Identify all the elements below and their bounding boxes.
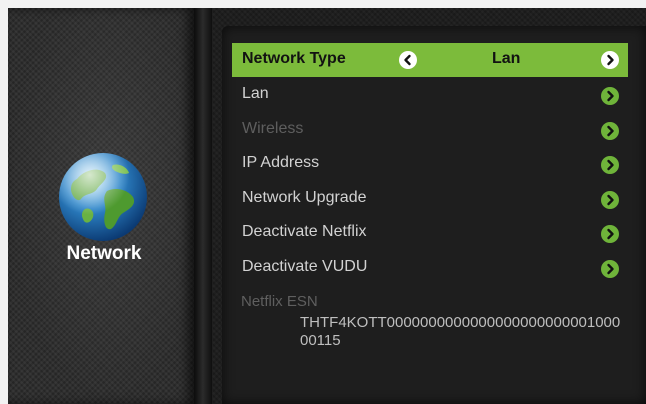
- menu-item-label: Network Upgrade: [242, 189, 367, 206]
- menu-item-label: Wireless: [242, 120, 304, 137]
- menu-item-label: Lan: [242, 85, 269, 102]
- chevron-left-icon[interactable]: [399, 51, 417, 69]
- menu-item-network-upgrade[interactable]: Network Upgrade: [232, 183, 628, 217]
- netflix-esn-label: Netflix ESN: [241, 293, 318, 310]
- chevron-right-icon: [601, 122, 619, 140]
- menu-item-deactivate-netflix[interactable]: Deactivate Netflix: [232, 217, 628, 251]
- chevron-right-icon[interactable]: [601, 51, 619, 69]
- chevron-right-icon: [601, 191, 619, 209]
- menu-item-label: IP Address: [242, 154, 320, 171]
- chevron-right-icon: [601, 156, 619, 174]
- netflix-esn-value: THTF4KOTT0000000000000000000000001000001…: [300, 314, 621, 349]
- menu-item-wireless[interactable]: Wireless: [232, 114, 628, 148]
- globe-icon: [57, 151, 149, 243]
- menu-item-lan[interactable]: Lan: [232, 79, 628, 113]
- menu-item-ip-address[interactable]: IP Address: [232, 148, 628, 182]
- section-title: Network: [66, 243, 142, 264]
- chevron-right-icon: [601, 225, 619, 243]
- menu-item-label: Deactivate VUDU: [242, 258, 368, 275]
- menu-item-label: Deactivate Netflix: [242, 223, 367, 240]
- menu-item-deactivate-vudu[interactable]: Deactivate VUDU: [232, 252, 628, 286]
- network-type-selector[interactable]: Network Type Lan: [232, 43, 628, 77]
- chevron-right-icon: [601, 260, 619, 278]
- network-type-label: Network Type: [242, 50, 346, 67]
- network-type-value: Lan: [492, 50, 521, 67]
- panel-divider: [194, 8, 212, 404]
- chevron-right-icon: [601, 87, 619, 105]
